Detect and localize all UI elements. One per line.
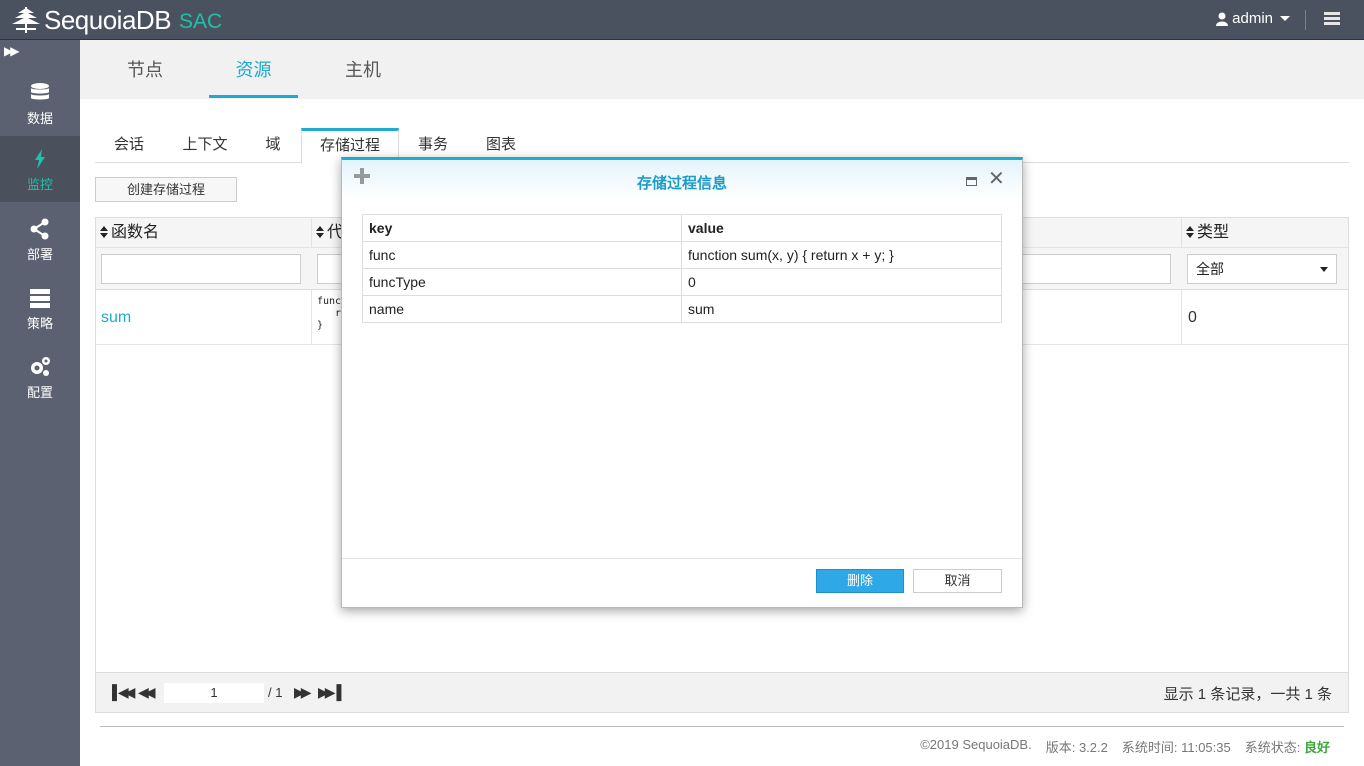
user-icon <box>1216 12 1229 26</box>
divider <box>1305 10 1306 30</box>
info-row: name sum <box>362 295 1002 323</box>
sidebar-item-data[interactable]: 数据 <box>0 70 80 136</box>
dialog-header[interactable]: 存储过程信息 ✕ <box>342 160 1022 200</box>
product-name: SAC <box>179 10 223 33</box>
key-header: key <box>362 214 682 242</box>
sidebar-item-label: 监控 <box>26 177 53 192</box>
close-icon[interactable]: ✕ <box>988 169 1005 189</box>
sidebar-item-deploy[interactable]: 部署 <box>0 206 80 272</box>
dialog-footer-divider <box>342 558 1022 559</box>
system-time: 系统时间: 11:05:35 <box>1121 740 1231 755</box>
sidebar-item-monitor[interactable]: 监控 <box>0 136 80 202</box>
create-procedure-button[interactable]: 创建存储过程 <box>95 177 237 202</box>
procedure-name-link[interactable]: sum <box>96 290 311 345</box>
maximize-icon[interactable] <box>966 177 977 186</box>
info-key: name <box>362 295 682 323</box>
tab-resources[interactable]: 资源 <box>209 56 298 98</box>
cancel-button[interactable]: 取消 <box>913 569 1002 593</box>
pagination-bar: ▌◀◀ ◀◀ 1 / 1 ▶▶ ▶▶▐ 显示 1 条记录，一共 1 条 <box>96 672 1348 712</box>
page-tab-bar: 节点 资源 主机 <box>80 40 1364 99</box>
user-name: admin <box>1232 10 1273 27</box>
footer-divider <box>100 726 1344 727</box>
lightning-icon <box>35 149 45 169</box>
status-badge: 良好 <box>1303 740 1330 755</box>
info-table: key value func function sum(x, y) { retu… <box>362 214 1002 323</box>
last-page-icon[interactable]: ▶▶▐ <box>318 684 342 701</box>
gears-icon <box>31 357 50 376</box>
dialog-title: 存储过程信息 <box>636 175 727 192</box>
top-bar: SequoiaDB SAC admin <box>0 0 1364 40</box>
user-menu[interactable]: admin <box>1216 10 1290 27</box>
name-filter-input[interactable] <box>101 254 301 284</box>
version: 版本: 3.2.2 <box>1045 740 1108 755</box>
tab-hosts[interactable]: 主机 <box>328 56 398 98</box>
info-key: funcType <box>362 268 682 296</box>
system-status: 系统状态: 良好 <box>1244 740 1330 755</box>
sequoia-tree-icon <box>12 7 40 33</box>
column-header-name[interactable]: 函数名 <box>96 218 312 248</box>
next-page-icon[interactable]: ▶▶ <box>294 684 311 701</box>
sidebar-item-label: 配置 <box>26 385 53 400</box>
menu-icon[interactable] <box>1324 12 1340 26</box>
tab-nodes[interactable]: 节点 <box>110 56 180 98</box>
info-table-header: key value <box>362 214 1002 242</box>
database-icon <box>31 83 49 100</box>
sidebar-item-label: 部署 <box>26 247 53 262</box>
record-count: 显示 1 条记录，一共 1 条 <box>1163 686 1332 703</box>
copyright: ©2019 SequoiaDB. <box>920 737 1032 752</box>
cell-name: sum <box>96 290 312 345</box>
chevron-down-icon <box>1280 16 1290 21</box>
info-value: sum <box>681 295 1002 323</box>
sidebar-item-strategy[interactable]: 策略 <box>0 275 80 341</box>
procedure-info-dialog: 存储过程信息 ✕ key value func function sum(x, … <box>341 157 1023 608</box>
sidebar-item-label: 策略 <box>26 316 53 331</box>
info-value: 0 <box>681 268 1002 296</box>
app-logo[interactable]: SequoiaDB SAC <box>10 4 222 36</box>
cell-type: 0 <box>1188 309 1197 326</box>
tab-sessions[interactable]: 会话 <box>99 128 159 163</box>
page-total: / 1 <box>268 685 283 700</box>
sort-icon <box>1186 226 1194 238</box>
expand-sidebar-icon[interactable]: ▶▶ <box>4 44 20 58</box>
chevron-down-icon <box>1320 267 1328 272</box>
info-key: func <box>362 241 682 269</box>
sidebar-item-label: 数据 <box>26 111 53 126</box>
prev-page-icon[interactable]: ◀◀ <box>138 684 155 701</box>
info-value: function sum(x, y) { return x + y; } <box>681 241 1002 269</box>
info-row: func function sum(x, y) { return x + y; … <box>362 241 1002 269</box>
server-icon <box>30 289 50 308</box>
tab-contexts[interactable]: 上下文 <box>171 128 239 163</box>
sort-icon <box>100 226 108 238</box>
share-icon <box>30 218 49 240</box>
tab-domains[interactable]: 域 <box>253 128 293 163</box>
sidebar: ▶▶ 数据 监控 部署 策略 配置 <box>0 40 80 766</box>
column-header-type[interactable]: 类型 <box>1182 218 1348 248</box>
sidebar-item-config[interactable]: 配置 <box>0 344 80 410</box>
footer: ©2019 SequoiaDB. 版本: 3.2.2 系统时间: 11:05:3… <box>920 737 1330 756</box>
info-row: funcType 0 <box>362 268 1002 296</box>
delete-button[interactable]: 删除 <box>816 569 904 593</box>
sort-icon <box>316 226 324 238</box>
brand-name: SequoiaDB <box>44 4 172 35</box>
page-number-input[interactable]: 1 <box>164 683 264 703</box>
type-filter-value: 全部 <box>1196 261 1224 277</box>
type-filter-select[interactable]: 全部 <box>1187 254 1337 284</box>
value-header: value <box>681 214 1002 242</box>
first-page-icon[interactable]: ▌◀◀ <box>112 684 136 701</box>
